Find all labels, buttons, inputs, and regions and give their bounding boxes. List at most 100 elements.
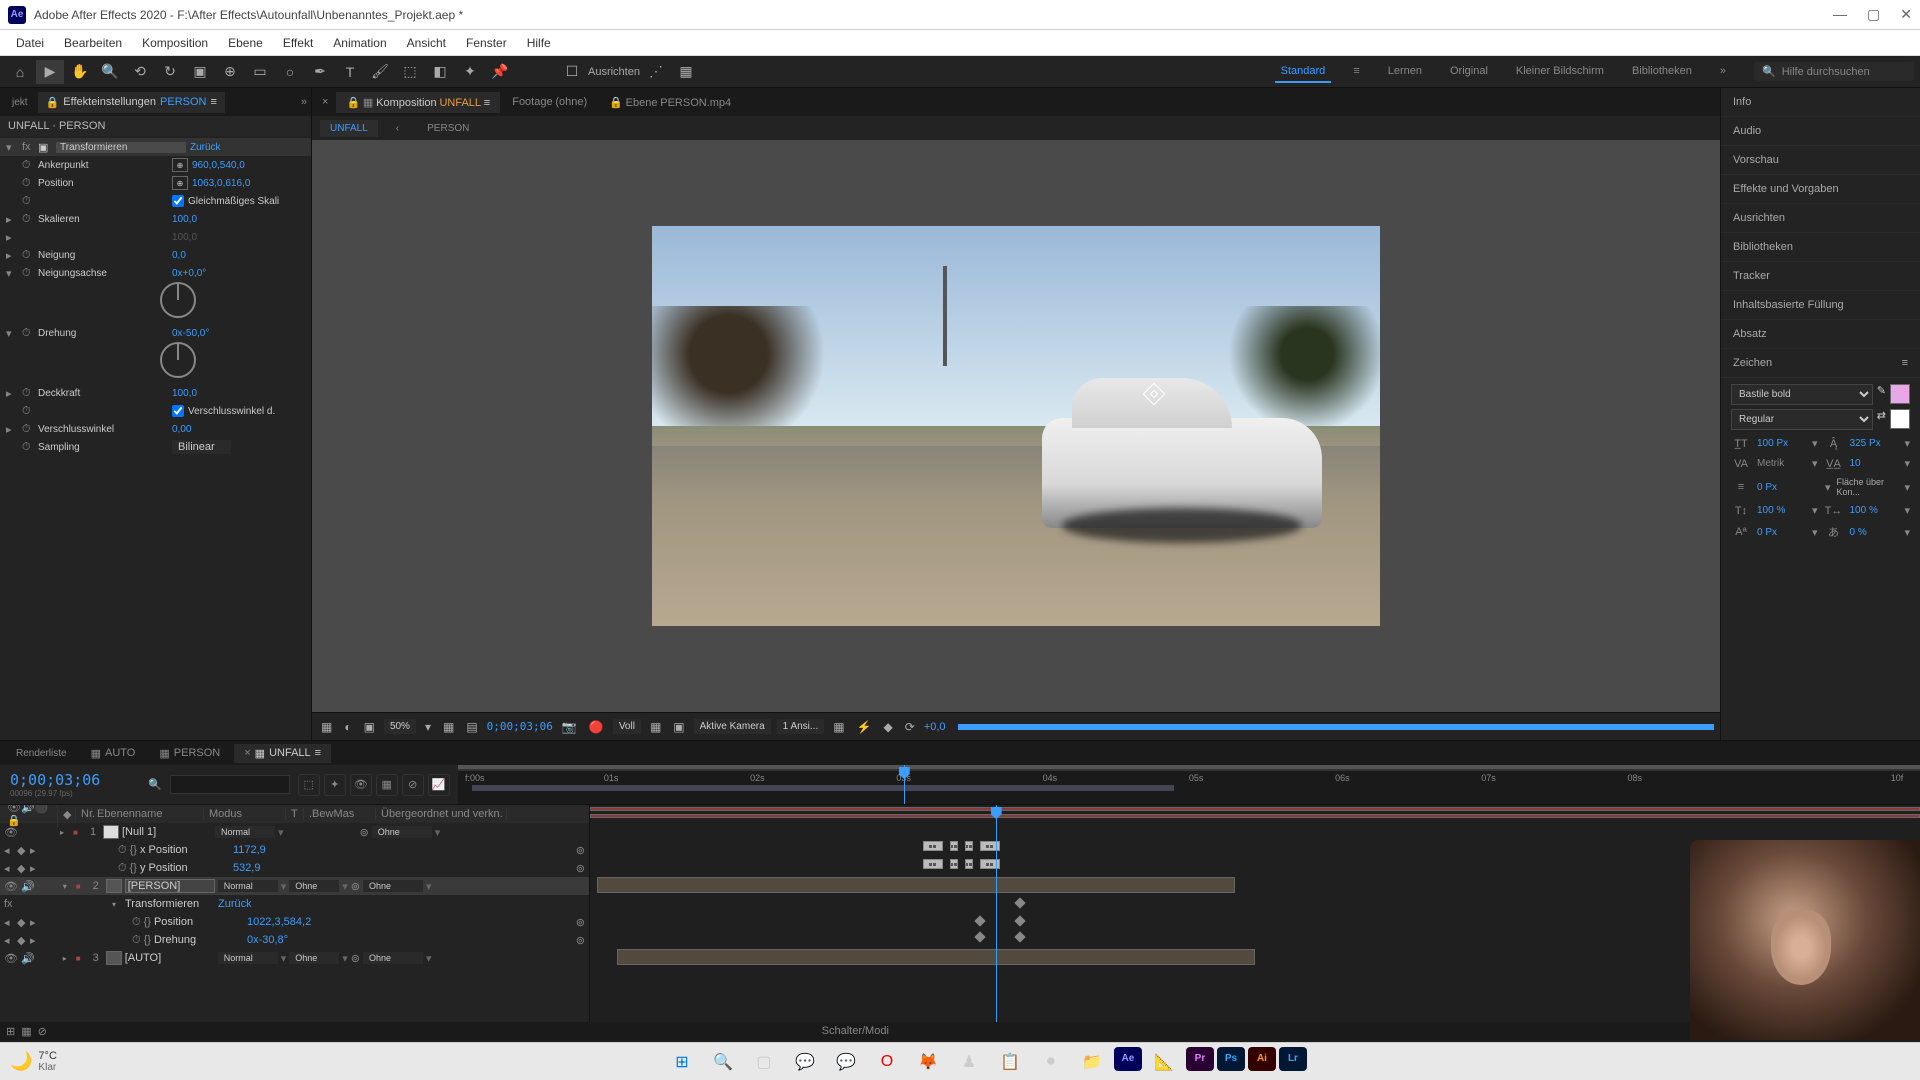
workspace-standard[interactable]: Standard <box>1275 61 1332 83</box>
shape-ellipse-icon[interactable]: ○ <box>276 60 304 84</box>
stopwatch-icon[interactable]: ⏱ <box>118 844 127 857</box>
person-tab[interactable]: ▦PERSON <box>149 744 230 763</box>
blend-mode-dropdown[interactable]: Normal <box>218 952 278 964</box>
property-value[interactable]: 1172,9 <box>233 844 266 856</box>
twirl-icon[interactable]: ▾ <box>6 327 18 340</box>
selection-tool-icon[interactable]: ▶ <box>36 60 64 84</box>
lightroom-icon[interactable]: Lr <box>1279 1047 1307 1071</box>
snapshot-icon[interactable]: 📷 <box>559 720 580 734</box>
scale-value[interactable]: 100,0 <box>172 214 197 225</box>
grid-icon[interactable]: ▦ <box>440 720 457 734</box>
roto-tool-icon[interactable]: ✦ <box>456 60 484 84</box>
minimize-icon[interactable]: — <box>1833 6 1847 23</box>
parent-dropdown[interactable]: Ohne <box>363 880 423 892</box>
premiere-icon[interactable]: Pr <box>1186 1047 1214 1071</box>
menu-animation[interactable]: Animation <box>325 33 394 53</box>
panel-tracker[interactable]: Tracker <box>1721 262 1920 291</box>
panel-info[interactable]: Info <box>1721 88 1920 117</box>
brush-tool-icon[interactable]: 🖌 <box>366 60 394 84</box>
mask-icon[interactable]: ◐ <box>341 720 354 734</box>
subtab-unfall[interactable]: UNFALL <box>320 120 378 137</box>
skew-value[interactable]: 0,0 <box>172 250 186 261</box>
visibility-icon[interactable]: 👁 <box>4 826 18 839</box>
tab-menu-icon[interactable]: ≡ <box>211 96 217 108</box>
anchor-value[interactable]: 960,0,540,0 <box>192 160 245 171</box>
snap-opt2-icon[interactable]: ▦ <box>672 60 700 84</box>
twirl-icon[interactable]: ▸ <box>63 954 73 963</box>
kf-nav-prev-icon[interactable]: ◂ <box>4 844 14 857</box>
overflow-icon[interactable]: » <box>301 96 307 108</box>
menu-datei[interactable]: Datei <box>8 33 52 53</box>
font-size-value[interactable]: 100 Px <box>1757 438 1806 449</box>
parent-pick-icon[interactable]: ⊚ <box>351 952 360 965</box>
blend-mode-dropdown[interactable]: Normal <box>215 826 275 838</box>
fill-color-swatch[interactable] <box>1890 384 1910 404</box>
timecode-display[interactable]: 0;00;03;06 <box>487 720 553 733</box>
rotation-value[interactable]: 0x-50,0° <box>172 328 209 339</box>
task-view-icon[interactable]: ▢ <box>745 1047 783 1077</box>
kerning-value[interactable]: Metrik <box>1757 458 1806 469</box>
home-icon[interactable]: ⌂ <box>6 60 34 84</box>
camera-dropdown[interactable]: Aktive Kamera <box>694 719 771 734</box>
eraser-tool-icon[interactable]: ◧ <box>426 60 454 84</box>
views-dropdown[interactable]: 1 Ansi... <box>777 719 825 734</box>
anchor-tool-icon[interactable]: ⊕ <box>216 60 244 84</box>
stopwatch-icon[interactable]: ⏱ <box>22 441 34 454</box>
audio-icon[interactable]: 🔊 <box>21 880 35 893</box>
exposure-value[interactable]: +0,0 <box>924 721 946 733</box>
property-row[interactable]: ◂◆▸ ⏱ {} Drehung 0x-30,8° ⊚ <box>0 931 589 949</box>
trackmatte-dropdown[interactable]: Ohne <box>289 952 339 964</box>
panel-paragraph[interactable]: Absatz <box>1721 320 1920 349</box>
angle-dial[interactable] <box>160 282 196 318</box>
time-ruler[interactable]: f:00s 01s 02s 03s 04s 05s 06s 07s 08s 10… <box>458 765 1920 804</box>
trackmatte-dropdown[interactable]: Ohne <box>289 880 339 892</box>
project-tab[interactable]: jekt <box>4 93 36 112</box>
twirl-icon[interactable]: ▸ <box>6 249 18 262</box>
help-search[interactable]: 🔍 Hilfe durchsuchen <box>1754 62 1914 81</box>
clone-tool-icon[interactable]: ⬚ <box>396 60 424 84</box>
region-icon[interactable]: ▣ <box>670 720 687 734</box>
draft-icon[interactable]: ◆ <box>881 720 896 734</box>
blend-mode-dropdown[interactable]: Normal <box>218 880 278 892</box>
transparency-icon[interactable]: ▦ <box>647 720 664 734</box>
panel-character[interactable]: Zeichen≡ <box>1721 349 1920 378</box>
zoom-tool-icon[interactable]: 🔍 <box>96 60 124 84</box>
hand-tool-icon[interactable]: ✋ <box>66 60 94 84</box>
expression-icon[interactable]: {} <box>144 916 151 928</box>
eyedropper-icon[interactable]: ✎ <box>1877 384 1886 405</box>
stopwatch-icon[interactable]: ⏱ <box>22 213 34 226</box>
parent-pick-icon[interactable]: ⊚ <box>576 934 585 947</box>
panel-audio[interactable]: Audio <box>1721 117 1920 146</box>
layer-name[interactable]: [PERSON] <box>125 879 215 893</box>
panel-vorschau[interactable]: Vorschau <box>1721 146 1920 175</box>
zoom-dropdown[interactable]: 50% <box>384 719 416 734</box>
layer-name[interactable]: [AUTO] <box>125 952 215 964</box>
shy-icon[interactable]: 👁 <box>350 774 372 796</box>
snap-icon[interactable]: ☐ <box>558 60 586 84</box>
stroke-option-dropdown[interactable]: Fläche über Kon... <box>1837 477 1899 497</box>
stopwatch-icon[interactable]: ⏱ <box>132 916 141 929</box>
fx-badge[interactable]: fx <box>22 141 34 153</box>
timeline-search-input[interactable] <box>170 775 290 794</box>
rotate-tool-icon[interactable]: ↻ <box>156 60 184 84</box>
rotation-dial[interactable] <box>160 342 196 378</box>
after-effects-icon[interactable]: Ae <box>1114 1047 1142 1071</box>
stopwatch-icon[interactable]: ⏱ <box>22 327 34 340</box>
stopwatch-icon[interactable]: ⏱ <box>132 934 141 947</box>
workspace-lernen[interactable]: Lernen <box>1382 61 1428 83</box>
stopwatch-icon[interactable]: ⏱ <box>22 267 34 280</box>
panel-align[interactable]: Ausrichten <box>1721 204 1920 233</box>
toggle-switches-icon[interactable]: ⊞ <box>6 1025 15 1038</box>
effect-transform-label[interactable]: Transformieren <box>56 142 186 153</box>
app-icon[interactable]: 📋 <box>991 1047 1029 1077</box>
prev-tab-icon[interactable]: × <box>316 96 334 108</box>
font-style-dropdown[interactable]: Regular <box>1731 409 1873 430</box>
frame-blend-icon[interactable]: ▦ <box>21 1025 31 1038</box>
parent-dropdown[interactable]: Ohne <box>372 826 432 838</box>
work-area-bar[interactable] <box>472 785 1174 791</box>
shape-rect-icon[interactable]: ▭ <box>246 60 274 84</box>
firefox-icon[interactable]: 🦊 <box>909 1047 947 1077</box>
shutter-value[interactable]: 0,00 <box>172 424 191 435</box>
panel-libraries[interactable]: Bibliotheken <box>1721 233 1920 262</box>
workspace-bibliotheken[interactable]: Bibliotheken <box>1626 61 1698 83</box>
